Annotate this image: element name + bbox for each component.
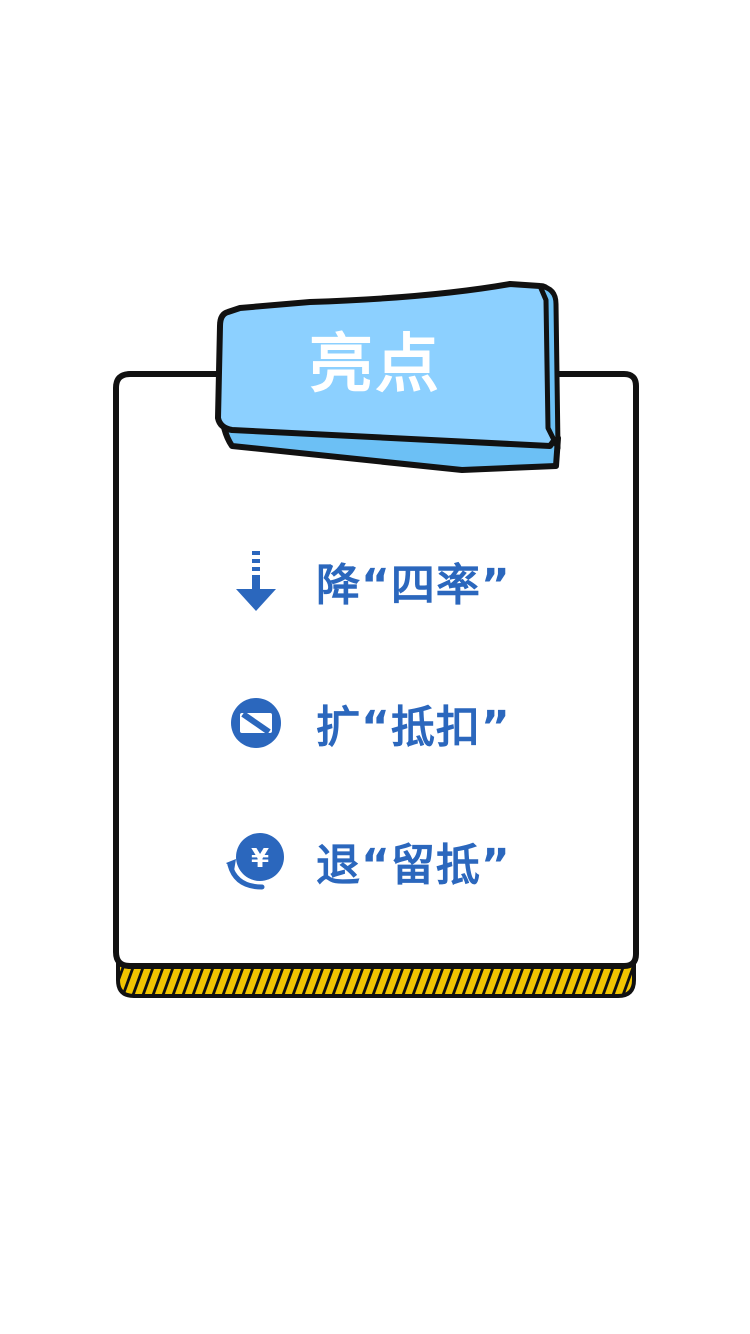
title-tag	[215, 281, 561, 473]
